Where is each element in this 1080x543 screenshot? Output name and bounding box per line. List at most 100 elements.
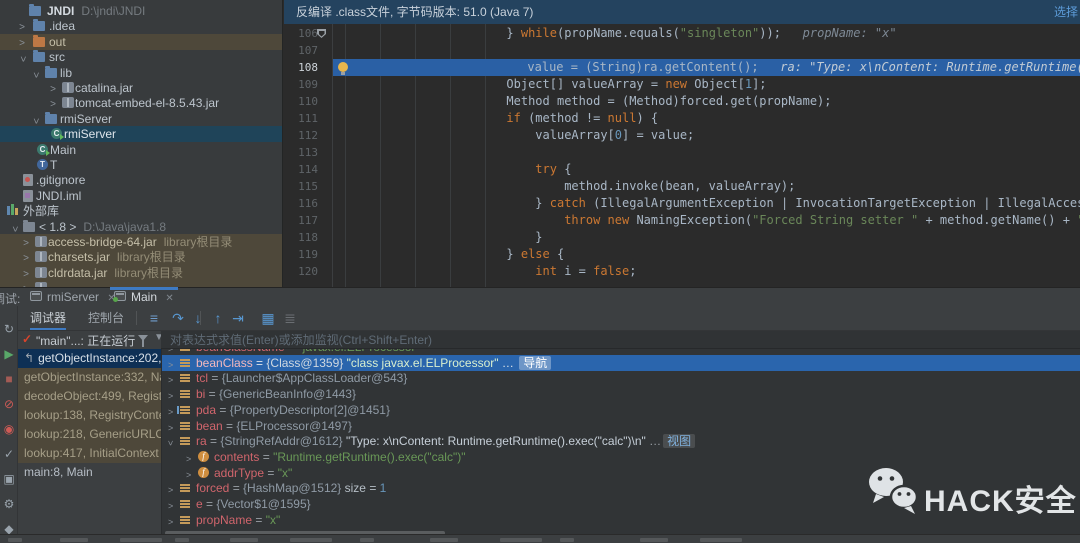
resume-icon[interactable]: ▶: [0, 345, 18, 363]
gear-icon[interactable]: ⚙: [0, 495, 18, 513]
code-line[interactable]: 109 Object[] valueArray = new Object[1];: [284, 76, 1080, 93]
chevron-right-icon[interactable]: >: [168, 357, 173, 371]
variable-row[interactable]: > pda = {PropertyDescriptor[2]@1451}: [162, 402, 1080, 418]
line-number[interactable]: 108: [284, 59, 318, 76]
session-tab-rmiserver[interactable]: rmiServer ✕: [30, 288, 116, 306]
code-line[interactable]: 111 if (method != null) {: [284, 110, 1080, 127]
run-to-cursor-icon[interactable]: ⇥: [228, 308, 248, 328]
line-number[interactable]: 109: [284, 76, 318, 93]
code-line[interactable]: 117 throw new NamingException("Forced St…: [284, 212, 1080, 229]
mute-breakpoints-icon[interactable]: ⊘: [0, 395, 18, 413]
variable-row[interactable]: > ra = {StringRefAddr@1612} "Type: x\nCon…: [162, 433, 1080, 449]
line-number[interactable]: 115: [284, 178, 318, 195]
stop-icon[interactable]: ■: [0, 370, 18, 388]
chevron-down-icon[interactable]: >: [6, 224, 22, 234]
code-line[interactable]: 110 Method method = (Method)forced.get(p…: [284, 93, 1080, 110]
tree-item[interactable]: > catalina.jar: [0, 80, 282, 96]
chevron-down-icon[interactable]: >: [163, 441, 179, 446]
chevron-right-icon[interactable]: >: [17, 20, 27, 34]
step-into-icon[interactable]: ↓: [188, 308, 208, 328]
stack-frame-row[interactable]: lookup:138, RegistryContex: [18, 406, 161, 425]
chevron-right-icon[interactable]: >: [168, 482, 173, 496]
variable-row[interactable]: > bean = {ELProcessor@1497}: [162, 418, 1080, 434]
threads-dropdown[interactable]: ✓ "main"...: 正在运行 ▼: [18, 331, 164, 349]
evaluate-expression-input[interactable]: 对表达式求值(Enter)或添加监视(Ctrl+Shift+Enter): [161, 331, 1080, 349]
step-out-icon[interactable]: ↑: [208, 308, 228, 328]
filter-funnel-icon[interactable]: [138, 335, 148, 347]
line-number[interactable]: 113: [284, 144, 318, 161]
line-number[interactable]: 117: [284, 212, 318, 229]
code-line[interactable]: 120 int i = false;: [284, 263, 1080, 280]
code-line[interactable]: 114 try {: [284, 161, 1080, 178]
variable-action-link[interactable]: 视图: [663, 434, 696, 449]
line-number[interactable]: 111: [284, 110, 318, 127]
tree-item[interactable]: > rmiServer: [0, 111, 282, 127]
layout-icon[interactable]: ≡: [144, 308, 164, 328]
tree-item[interactable]: > < 1.8 > D:\Java\java1.8: [0, 219, 282, 235]
chevron-down-icon[interactable]: >: [14, 54, 30, 64]
tab-debugger[interactable]: 调试器: [30, 306, 67, 330]
rerun-icon[interactable]: ↻: [0, 320, 18, 338]
settings-check-icon[interactable]: ✓: [0, 445, 18, 463]
chevron-right-icon[interactable]: >: [21, 236, 31, 250]
chevron-right-icon[interactable]: >: [17, 36, 27, 50]
tree-item[interactable]: .gitignore: [0, 172, 282, 188]
line-number[interactable]: 118: [284, 229, 318, 246]
notification-action-link[interactable]: 选择: [1054, 0, 1078, 24]
chevron-right-icon[interactable]: >: [168, 514, 173, 528]
variable-action-link[interactable]: 导航: [519, 355, 552, 370]
chevron-right-icon[interactable]: >: [168, 388, 173, 402]
code-line[interactable]: 113: [284, 144, 1080, 161]
tree-item[interactable]: 外部库: [0, 203, 282, 219]
chevron-right-icon[interactable]: >: [48, 82, 58, 96]
tree-item[interactable]: > out: [0, 33, 282, 50]
tree-item[interactable]: > .idea: [0, 18, 282, 34]
chevron-down-icon[interactable]: >: [27, 70, 43, 80]
step-over-icon[interactable]: ↷: [168, 308, 188, 328]
chevron-right-icon[interactable]: >: [21, 267, 31, 281]
variable-row[interactable]: > tcl = {Launcher$AppClassLoader@543}: [162, 370, 1080, 386]
chevron-right-icon[interactable]: >: [186, 451, 191, 465]
tree-item[interactable]: > cldrdata.jar library根目录: [0, 264, 282, 281]
chevron-right-icon[interactable]: >: [168, 498, 173, 512]
tree-item[interactable]: C Main: [0, 142, 282, 158]
tree-item[interactable]: JNDI D:\jndi\JNDI: [0, 3, 282, 19]
tree-item[interactable]: > lib: [0, 65, 282, 81]
code-editor[interactable]: 106 } while(propName.equals("singleton")…: [284, 0, 1080, 287]
code-line[interactable]: 116 } catch (IllegalArgumentException | …: [284, 195, 1080, 212]
tree-item[interactable]: > charsets.jar library根目录: [0, 249, 282, 266]
code-line[interactable]: 107: [284, 42, 1080, 59]
chevron-right-icon[interactable]: >: [186, 467, 191, 481]
view-breakpoints-icon[interactable]: ◉: [0, 420, 18, 438]
code-line[interactable]: 119 } else {: [284, 246, 1080, 263]
variable-row[interactable]: > f contents = "Runtime.getRuntime().exec(…: [162, 449, 1080, 465]
line-number[interactable]: 106: [284, 25, 318, 42]
line-number[interactable]: 110: [284, 93, 318, 110]
snapshot-icon[interactable]: ▣: [0, 470, 18, 488]
tab-console[interactable]: 控制台: [88, 306, 124, 330]
code-line[interactable]: 118 }: [284, 229, 1080, 246]
tree-item[interactable]: > tomcat-embed-el-8.5.43.jar: [0, 95, 282, 111]
chevron-right-icon[interactable]: >: [48, 97, 58, 111]
chevron-right-icon[interactable]: >: [21, 251, 31, 265]
code-line[interactable]: 108 value = (String)ra.getContent(); ra:…: [284, 59, 1080, 76]
code-line[interactable]: 112 valueArray[0] = value;: [284, 127, 1080, 144]
code-line[interactable]: 106 } while(propName.equals("singleton")…: [284, 25, 1080, 42]
restore-layout-icon[interactable]: ≣: [280, 308, 300, 328]
tree-item[interactable]: CrmiServer: [0, 126, 282, 143]
line-number[interactable]: 116: [284, 195, 318, 212]
chevron-right-icon[interactable]: >: [168, 404, 173, 418]
line-number[interactable]: 107: [284, 42, 318, 59]
chevron-right-icon[interactable]: >: [168, 372, 173, 386]
tree-item[interactable]: > src: [0, 49, 282, 65]
intention-bulb-icon[interactable]: [338, 62, 348, 75]
line-number[interactable]: 119: [284, 246, 318, 263]
line-number[interactable]: 120: [284, 263, 318, 280]
chevron-down-icon[interactable]: >: [27, 116, 43, 126]
session-tab-main[interactable]: Main ✕: [110, 287, 178, 306]
stack-frame-row[interactable]: lookup:218, GenericURLCon: [18, 425, 161, 444]
tree-item[interactable]: TT: [0, 157, 282, 173]
chevron-right-icon[interactable]: >: [168, 420, 173, 434]
line-number[interactable]: 114: [284, 161, 318, 178]
tree-item[interactable]: > access-bridge-64.jar library根目录: [0, 234, 282, 250]
